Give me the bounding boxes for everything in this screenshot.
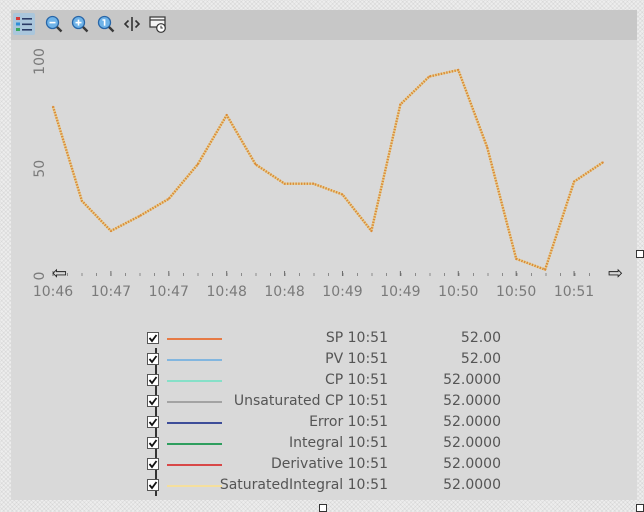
series-line-base (51, 68, 604, 271)
series-point (602, 161, 604, 164)
series-point (341, 193, 344, 196)
series-point (167, 197, 170, 200)
series-visibility-checkbox[interactable] (147, 374, 159, 386)
series-point (515, 258, 517, 260)
series-point (81, 200, 83, 202)
y-tick-label: 50 (32, 160, 48, 178)
legend-row: PV 10:51 52.00 (145, 349, 515, 370)
series-visibility-checkbox[interactable] (147, 395, 159, 407)
checkmark-icon (148, 439, 158, 448)
trend-chart[interactable]: 0 50 100 10:46 10:47 10:47 10:48 10:48 10:49 10:4… (11, 10, 637, 310)
series-point (370, 230, 373, 232)
checkmark-icon (148, 397, 158, 406)
series-point (139, 215, 141, 217)
x-tick-label: 10:48 (207, 284, 247, 300)
chart-legend: SP 10:51 52.00 PV 10:51 52.00 CP 10:51 52.000… (145, 320, 515, 498)
legend-series-label: Derivative 10:51 (271, 456, 388, 472)
checkmark-icon (148, 334, 158, 343)
series-point (283, 182, 286, 185)
series-visibility-checkbox[interactable] (147, 332, 159, 344)
series-color-swatch (167, 359, 222, 361)
resize-handle-bottom[interactable] (319, 504, 327, 512)
x-axis-right-arrow[interactable]: ⇨ (608, 263, 623, 284)
series-visibility-checkbox[interactable] (147, 479, 159, 491)
x-tick-label: 10:47 (149, 284, 189, 300)
legend-row: CP 10:51 52.0000 (145, 370, 515, 391)
series-visibility-checkbox[interactable] (147, 353, 159, 365)
series-point (312, 182, 315, 185)
resize-handle-corner[interactable] (636, 504, 644, 512)
series-point (254, 163, 257, 166)
series-point (399, 103, 402, 106)
x-tick-label: 10:49 (380, 284, 420, 300)
checkmark-icon (148, 355, 158, 364)
legend-row: SP 10:51 52.00 (145, 328, 515, 349)
checkmark-icon (148, 481, 158, 490)
x-tick-label: 10:47 (91, 284, 131, 300)
x-axis-left-arrow[interactable]: ⇦ (52, 263, 67, 284)
legend-series-label: SaturatedIntegral 10:51 (219, 477, 388, 493)
series-point (196, 163, 199, 166)
series-point (428, 75, 431, 78)
legend-series-label: Error 10:51 (309, 414, 388, 430)
x-tick-label: 10:50 (496, 284, 536, 300)
series-color-swatch (167, 485, 222, 487)
x-tick-label: 10:50 (438, 284, 478, 300)
legend-series-value: 52.0000 (443, 456, 501, 472)
series-line (51, 68, 604, 271)
legend-series-label: Integral 10:51 (288, 435, 388, 451)
x-tick-label: 10:51 (554, 284, 594, 300)
checkmark-icon (148, 376, 158, 385)
series-point (486, 146, 489, 149)
legend-series-value: 52.0000 (443, 414, 501, 430)
series-point (544, 268, 546, 271)
series-point (225, 114, 228, 116)
series-color-swatch (167, 443, 222, 445)
legend-series-value: 52.00 (460, 330, 501, 346)
series-point (573, 180, 575, 183)
legend-series-label: SP 10:51 (325, 330, 388, 346)
series-point (457, 69, 460, 71)
legend-series-value: 52.0000 (443, 477, 501, 493)
x-tick-label: 10:46 (33, 284, 73, 300)
series-point (52, 105, 54, 108)
legend-row: Integral 10:51 52.0000 (145, 433, 515, 454)
series-color-swatch (167, 338, 222, 340)
y-tick-label: 0 (32, 272, 48, 281)
x-tick-label: 10:48 (264, 284, 304, 300)
series-color-swatch (167, 401, 222, 403)
legend-series-value: 52.00 (460, 351, 501, 367)
series-visibility-checkbox[interactable] (147, 437, 159, 449)
legend-series-label: CP 10:51 (324, 372, 388, 388)
checkmark-icon (148, 418, 158, 427)
y-tick-label: 100 (32, 48, 48, 75)
x-tick-label: 10:49 (322, 284, 362, 300)
trend-panel: 0 50 100 10:46 10:47 10:47 10:48 10:48 10:49 10:4… (11, 10, 637, 500)
legend-row: Error 10:51 52.0000 (145, 412, 515, 433)
legend-row: Derivative 10:51 52.0000 (145, 454, 515, 475)
legend-series-value: 52.0000 (443, 372, 501, 388)
series-color-swatch (167, 380, 222, 382)
checkmark-icon (148, 460, 158, 469)
series-visibility-checkbox[interactable] (147, 458, 159, 470)
legend-row: Unsaturated CP 10:51 52.0000 (145, 391, 515, 412)
legend-series-label: PV 10:51 (325, 351, 388, 367)
series-point (110, 230, 112, 232)
legend-series-value: 52.0000 (443, 435, 501, 451)
legend-series-label: Unsaturated CP 10:51 (233, 393, 388, 409)
resize-handle-right[interactable] (636, 250, 644, 258)
legend-row: SaturatedIntegral 10:51 52.0000 (145, 475, 515, 496)
series-color-swatch (167, 422, 222, 424)
legend-series-value: 52.0000 (443, 393, 501, 409)
series-visibility-checkbox[interactable] (147, 416, 159, 428)
series-color-swatch (167, 464, 222, 466)
